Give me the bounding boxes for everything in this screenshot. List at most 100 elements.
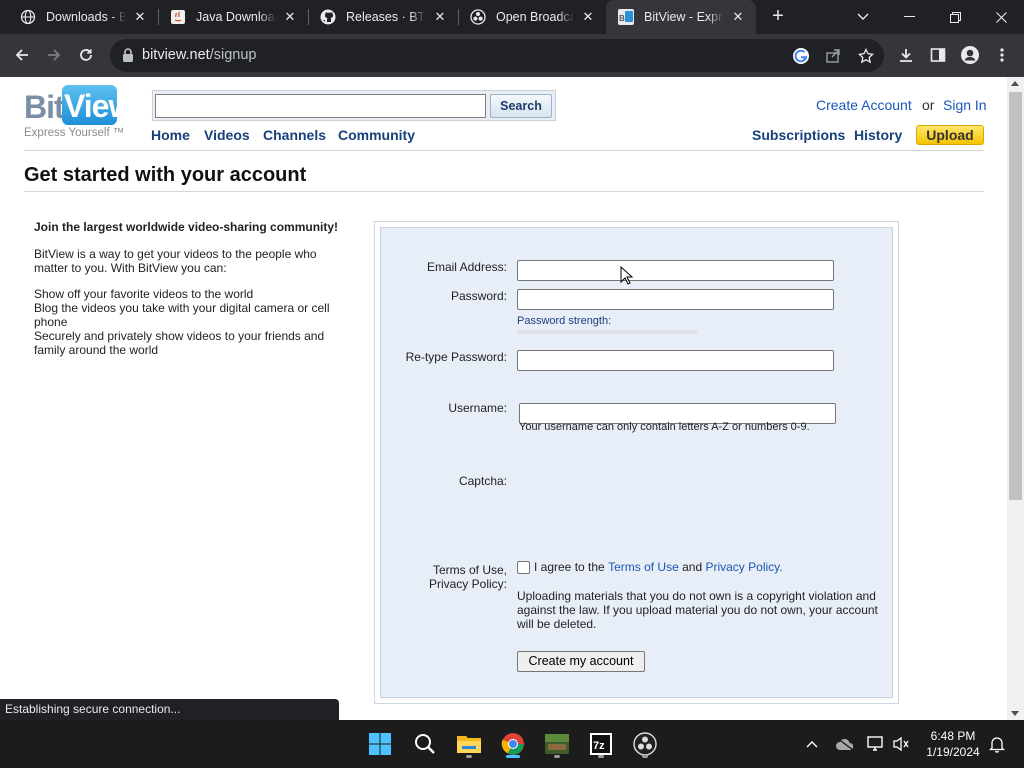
terms-of-use-link[interactable]: Terms of Use <box>608 560 679 574</box>
upload-button[interactable]: Upload <box>916 125 984 145</box>
url-host: bitview.net <box>142 47 210 63</box>
page-title: Get started with your account <box>24 164 307 186</box>
downloads-button[interactable] <box>892 41 920 69</box>
agree-row: I agree to the Terms of Use and Privacy … <box>517 560 783 574</box>
scroll-down-icon[interactable] <box>1011 711 1019 716</box>
search-icon[interactable] <box>409 728 441 760</box>
back-button[interactable] <box>8 41 36 69</box>
network-icon[interactable] <box>865 732 889 756</box>
tab-releases[interactable]: Releases · BTW- ✕ <box>308 0 458 34</box>
svg-text:B: B <box>619 14 625 23</box>
tab-title: BitView - Expres <box>644 10 724 24</box>
close-window-button[interactable] <box>978 0 1024 34</box>
running-indicator <box>642 755 648 758</box>
sign-in-link[interactable]: Sign In <box>943 97 987 113</box>
email-field[interactable] <box>517 260 834 281</box>
intro-bullet: Blog the videos you take with your digit… <box>34 301 330 329</box>
search-input[interactable] <box>155 94 486 118</box>
privacy-policy-link[interactable]: Privacy Policy. <box>705 560 782 574</box>
intro-column: Join the largest worldwide video-sharing… <box>34 220 344 357</box>
signup-form: Email Address: Password: Password streng… <box>374 221 899 704</box>
tab-search-button[interactable] <box>840 0 886 34</box>
scroll-up-icon[interactable] <box>1011 81 1019 86</box>
nav-community[interactable]: Community <box>338 127 415 143</box>
download-icon <box>900 49 912 62</box>
forward-button[interactable] <box>40 41 68 69</box>
nav-home[interactable]: Home <box>151 127 190 143</box>
tray-overflow-button[interactable] <box>800 732 824 756</box>
tab-downloads[interactable]: Downloads - Bet ✕ <box>8 0 158 34</box>
file-explorer-icon[interactable] <box>453 728 485 760</box>
chrome-icon[interactable] <box>497 728 529 760</box>
tab-java-downloads[interactable]: Java Downloads ✕ <box>158 0 308 34</box>
minecraft-icon[interactable] <box>541 728 573 760</box>
github-icon <box>320 9 336 25</box>
intro-bullet: Show off your favorite videos to the wor… <box>34 287 254 301</box>
bookmark-star-icon[interactable] <box>856 46 876 66</box>
windows-start-icon[interactable] <box>364 728 396 760</box>
clock-time: 6:48 PM <box>930 729 976 743</box>
close-icon[interactable]: ✕ <box>580 9 596 25</box>
minimize-button[interactable] <box>886 0 932 34</box>
menu-button[interactable] <box>988 41 1016 69</box>
password-label: Password: <box>450 289 507 303</box>
running-indicator <box>598 755 604 758</box>
google-icon[interactable] <box>791 46 811 66</box>
scrollbar-thumb[interactable] <box>1009 92 1022 500</box>
subscriptions-link[interactable]: Subscriptions <box>752 127 845 143</box>
share-icon[interactable] <box>823 46 843 66</box>
terms-label-line1: Terms of Use, <box>432 563 507 577</box>
username-label: Username: <box>448 401 507 415</box>
onedrive-icon[interactable] <box>833 732 857 756</box>
address-bar[interactable]: bitview.net/signup <box>110 39 884 72</box>
side-panel-button[interactable] <box>924 41 952 69</box>
nav-videos[interactable]: Videos <box>204 127 250 143</box>
new-tab-button[interactable]: + <box>766 4 790 28</box>
captcha-label: Captcha: <box>458 474 507 488</box>
title-divider <box>24 191 984 192</box>
close-icon[interactable]: ✕ <box>730 9 746 25</box>
bitview-icon: B <box>618 9 634 25</box>
profile-button[interactable] <box>956 41 984 69</box>
reload-button[interactable] <box>72 41 100 69</box>
tab-bitview[interactable]: B BitView - Expres ✕ <box>606 0 756 34</box>
system-clock[interactable]: 6:48 PM 1/19/2024 <box>920 728 986 760</box>
tab-strip: Downloads - Bet ✕ Java Downloads ✕ Relea… <box>0 0 1024 34</box>
agree-checkbox[interactable] <box>517 560 530 574</box>
page-scrollbar[interactable] <box>1007 77 1024 720</box>
site-search: Search <box>152 90 556 121</box>
create-account-link[interactable]: Create Account <box>816 97 912 113</box>
bitview-logo[interactable]: Bit View Express Yourself ™ <box>24 85 133 143</box>
7zip-icon[interactable]: 7z <box>585 728 617 760</box>
running-indicator <box>554 755 560 758</box>
minimize-icon <box>903 16 915 17</box>
browser-toolbar: bitview.net/signup <box>0 34 1024 77</box>
header-divider <box>24 150 984 151</box>
restore-button[interactable] <box>932 0 978 34</box>
email-label: Email Address: <box>426 260 507 274</box>
obs-icon[interactable] <box>629 728 661 760</box>
close-icon[interactable]: ✕ <box>282 9 298 25</box>
tab-open-broadcast[interactable]: Open Broadcast ✕ <box>458 0 606 34</box>
search-button[interactable]: Search <box>490 94 552 118</box>
notification-bell-icon[interactable] <box>985 732 1009 756</box>
password-field[interactable] <box>517 289 834 310</box>
lock-icon[interactable] <box>122 48 134 67</box>
volume-icon[interactable] <box>889 732 913 756</box>
svg-text:7z: 7z <box>593 740 605 752</box>
intro-bullet: Securely and privately show videos to yo… <box>34 329 325 357</box>
side-panel-icon <box>930 48 946 62</box>
page-viewport: Bit View Express Yourself ™ Search Home … <box>0 77 1024 720</box>
retype-password-field[interactable] <box>517 350 834 371</box>
create-account-button[interactable]: Create my account <box>517 651 645 672</box>
close-icon[interactable]: ✕ <box>132 9 148 25</box>
restore-icon <box>949 11 961 23</box>
intro-heading: Join the largest worldwide video-sharing… <box>34 220 339 234</box>
close-icon <box>995 11 1007 23</box>
avatar-icon <box>961 46 979 64</box>
kebab-menu-icon <box>1000 48 1004 62</box>
history-link[interactable]: History <box>854 127 902 143</box>
nav-channels[interactable]: Channels <box>263 127 326 143</box>
close-icon[interactable]: ✕ <box>432 9 448 25</box>
java-icon <box>170 9 186 25</box>
